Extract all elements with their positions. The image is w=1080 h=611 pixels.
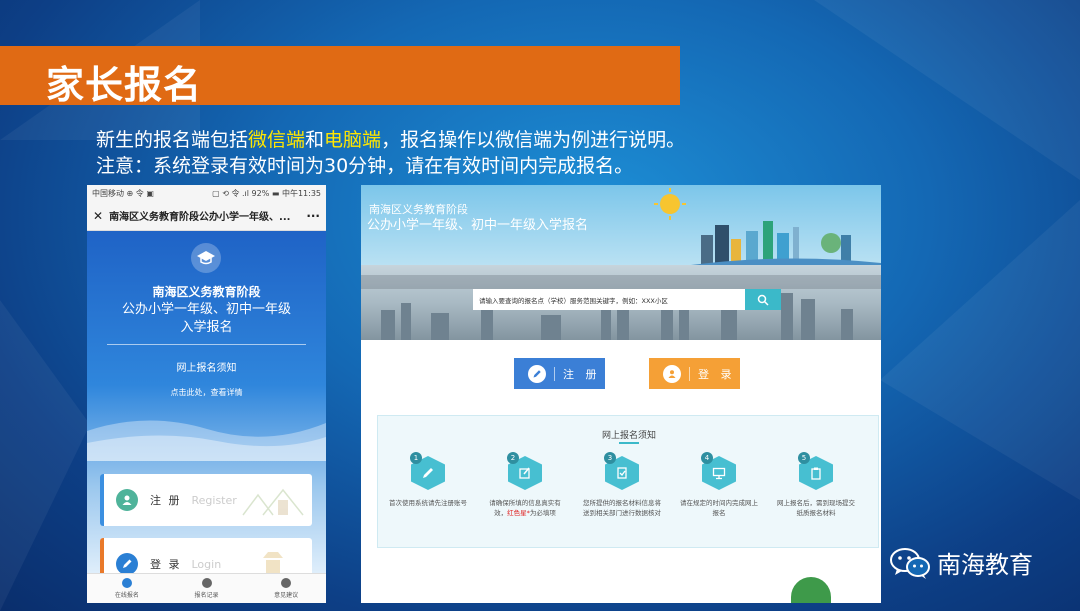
slide: 家长报名 新生的报名端包括微信端和电脑端，报名操作以微信端为例进行说明。 注意：… (0, 0, 1080, 611)
web-search-bar: 请输入要查询的报名点（学校）服务范围关键字，例如：XXX小区 (473, 289, 781, 310)
tab-feedback[interactable]: 意见建议 (246, 574, 326, 603)
step-5: 5 网上报名后，需到现场提交纸质报名材料 (776, 452, 856, 518)
wechat-phone-screenshot: 中国移动 ⊕ 令 ▣ ▢ ⟲ 令 .ıl 92% ▬ 中午11:35 ✕ 南海区… (87, 185, 326, 603)
bg-shape (814, 0, 1080, 180)
step-number: 1 (410, 452, 422, 464)
intro-text-b: ，报名操作以微信端为例进行说明。 (381, 129, 686, 151)
register-tab-icon (121, 578, 132, 588)
tab-label: 意见建议 (274, 592, 299, 599)
bg-shape (0, 300, 90, 611)
divider (107, 344, 306, 345)
wave-decoration (87, 420, 326, 461)
more-icon[interactable]: ··· (306, 209, 320, 223)
phone-detail-link[interactable]: 点击此处，查看详情 (87, 387, 326, 398)
search-icon (757, 294, 769, 306)
user-icon (116, 489, 138, 511)
pc-highlight: 电脑端 (324, 129, 382, 151)
pencil-icon (528, 364, 546, 383)
phone-title-2: 公办小学一年级、初中一年级 入学报名 (87, 301, 326, 337)
login-label: 登 录 (150, 558, 182, 571)
card-accent (100, 474, 104, 526)
tab-label: 在线报名 (114, 592, 139, 599)
close-icon[interactable]: ✕ (93, 209, 103, 223)
phone-notice-link[interactable]: 网上报名须知 (87, 359, 326, 374)
step-number: 2 (507, 452, 519, 464)
web-banner: 南海区义务教育阶段 公办小学一年级、初中一年级入学报名 (361, 185, 881, 265)
status-carrier: 中国移动 ⊕ 令 ▣ (92, 188, 154, 198)
step-text: 网上报名后，需到现场提交纸质报名材料 (777, 499, 855, 517)
web-notice-box: 网上报名须知 1 首次使用系统请先注册账号 2 请确保所填的信息真实有效，红色星… (377, 415, 879, 548)
search-button[interactable] (745, 289, 781, 310)
step-text: 请确保所填的信息真实有效，红色星*为必填项 (485, 498, 565, 518)
step-number: 4 (701, 452, 713, 464)
notice-title: 网上报名须知 (601, 431, 656, 441)
phone-title-2a: 公办小学一年级、初中一年级 (121, 302, 291, 317)
step-4: 4 请在规定的时间内完成网上报名 (679, 452, 759, 518)
wechat-highlight: 微信端 (248, 129, 306, 151)
building-sketch-icon (242, 488, 304, 516)
step-number: 3 (604, 452, 616, 464)
web-register-button[interactable]: 注 册 (514, 358, 605, 389)
required-mark-text: 红色星* (507, 509, 530, 517)
register-en-label: Register (191, 493, 237, 507)
phone-register-card[interactable]: 注 册 Register (100, 474, 312, 526)
user-icon (663, 364, 681, 383)
search-input[interactable]: 请输入要查询的报名点（学校）服务范围关键字，例如：XXX小区 (473, 295, 745, 305)
notice-underline (619, 442, 639, 444)
step-text: 您所提供的报名材料信息将送到相关部门进行数据核对 (583, 499, 661, 517)
phone-nav-title: 南海区义务教育阶段公办小学一年级、... (109, 212, 291, 223)
record-tab-icon (201, 578, 212, 588)
login-button-label: 登 录 (698, 367, 736, 381)
step-1: 1 首次使用系统请先注册账号 (388, 452, 468, 508)
city-skyline-illustration (691, 221, 881, 265)
step-text-b: 为必填项 (529, 509, 556, 517)
tab-label: 报名记录 (194, 592, 219, 599)
slide-title: 家长报名 (46, 63, 203, 107)
graduation-cap-icon (191, 243, 221, 273)
web-login-button[interactable]: 登 录 (649, 358, 740, 389)
separator (554, 366, 555, 381)
sun-icon (654, 188, 686, 220)
feedback-tab-icon (281, 578, 292, 588)
bg-shape (880, 200, 1080, 500)
step-number: 5 (798, 452, 810, 464)
separator (689, 366, 690, 381)
phone-tab-bar: 在线报名 报名记录 意见建议 (87, 573, 326, 603)
pencil-icon (116, 553, 138, 575)
phone-status-bar: 中国移动 ⊕ 令 ▣ ▢ ⟲ 令 .ıl 92% ▬ 中午11:35 (87, 185, 326, 201)
register-label: 注 册 (150, 494, 182, 507)
tab-register-record[interactable]: 报名记录 (167, 574, 247, 603)
web-main: 注 册 登 录 网上报名须知 1 首次使用系统请先注册账号 2 请确保所填的信息 (361, 340, 881, 603)
phone-title-3: 入学报名 (180, 320, 233, 335)
intro-text-a: 新生的报名端包括 (96, 129, 249, 151)
pc-web-screenshot: 南海区义务教育阶段 公办小学一年级、初中一年级入学报名 请输入要查询的报名点（学… (361, 185, 881, 603)
intro-text-and: 和 (305, 129, 325, 151)
brand-watermark: 南海教育 (889, 545, 1033, 580)
intro-line-1: 新生的报名端包括微信端和电脑端，报名操作以微信端为例进行说明。 (96, 127, 685, 153)
intro-line-2: 注意：系统登录有效时间为30分钟，请在有效时间内完成报名。 (96, 155, 634, 177)
register-button-label: 注 册 (563, 367, 601, 381)
status-time: ▢ ⟲ 令 .ıl 92% ▬ 中午11:35 (212, 188, 321, 198)
phone-body: 南海区义务教育阶段 公办小学一年级、初中一年级 入学报名 网上报名须知 点击此处，… (87, 231, 326, 590)
step-text: 首次使用系统请先注册账号 (389, 499, 467, 507)
step-3: 3 您所提供的报名材料信息将送到相关部门进行数据核对 (582, 452, 662, 518)
intro-text: 新生的报名端包括微信端和电脑端，报名操作以微信端为例进行说明。 注意：系统登录有… (96, 127, 685, 179)
web-banner-title-2: 公办小学一年级、初中一年级入学报名 (367, 218, 589, 233)
brand-name: 南海教育 (937, 551, 1033, 579)
step-2: 2 请确保所填的信息真实有效，红色星*为必填项 (485, 452, 565, 518)
step-text: 请在规定的时间内完成网上报名 (680, 499, 758, 517)
wechat-icon (890, 547, 930, 579)
login-en-label: Login (191, 557, 222, 571)
phone-title-1: 南海区义务教育阶段 (152, 285, 261, 299)
phone-nav-bar: ✕ 南海区义务教育阶段公办小学一年级、... ··· (87, 201, 326, 231)
tab-online-register[interactable]: 在线报名 (87, 574, 167, 603)
